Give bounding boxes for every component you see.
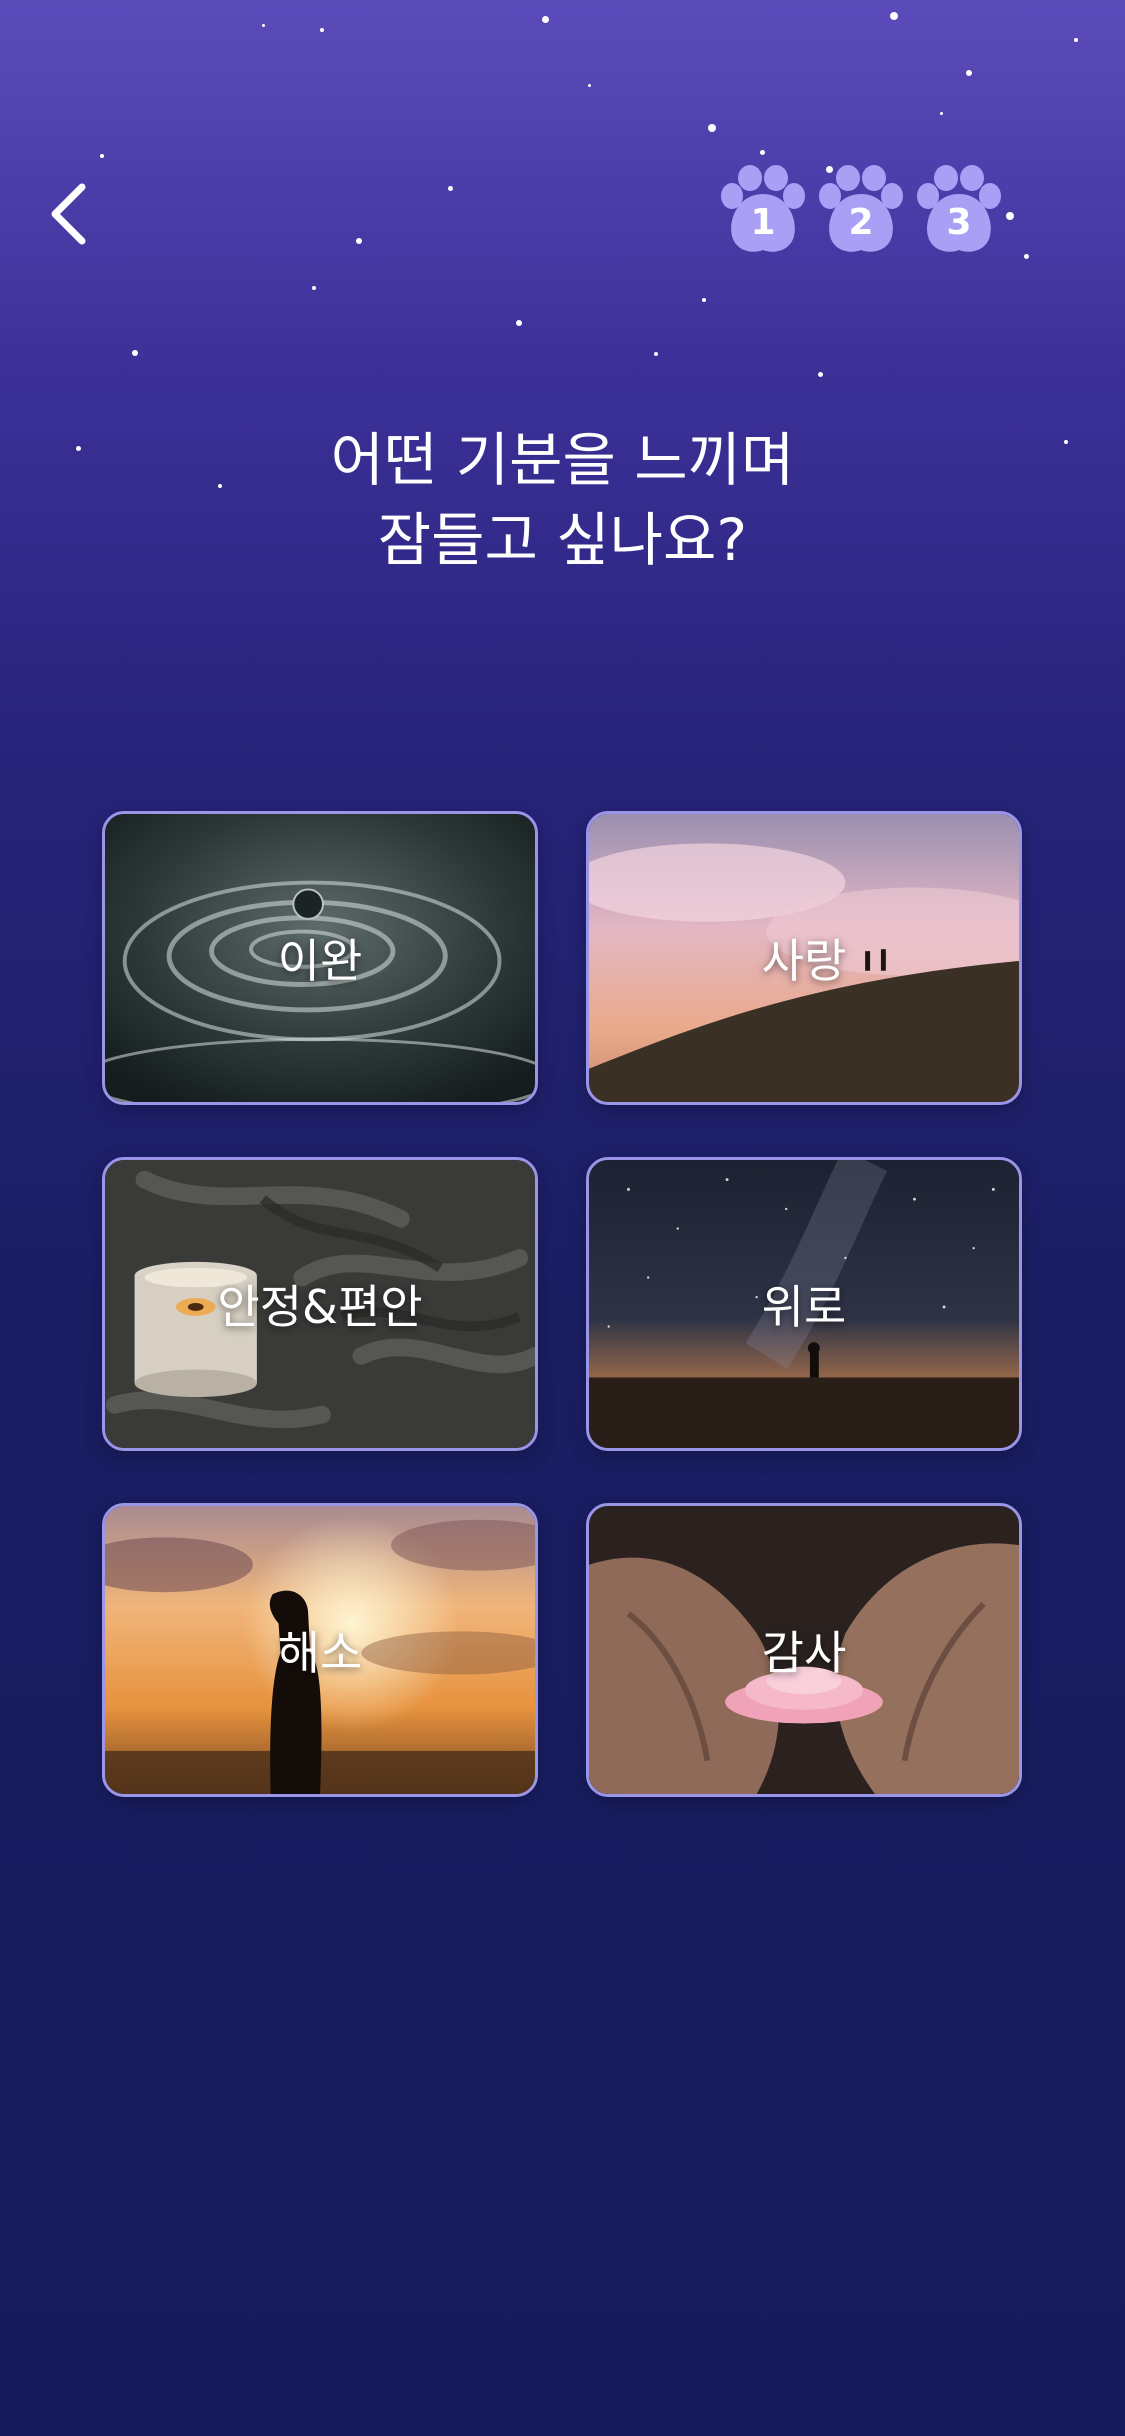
question-line-2: 잠들고 싶나요?: [377, 506, 748, 574]
mood-label: 이완: [277, 934, 363, 988]
mood-label: 해소: [277, 1626, 363, 1680]
chevron-left-icon: [46, 181, 90, 251]
mood-card-gratitude[interactable]: 감사: [586, 1503, 1022, 1797]
step-number: 1: [750, 202, 776, 243]
mood-label: 안정&편안: [217, 1280, 423, 1334]
step-number: 3: [946, 202, 972, 243]
step-2: 2: [816, 164, 906, 256]
step-progress: 1 2 3: [718, 164, 1008, 264]
back-button[interactable]: [36, 178, 100, 254]
mood-label: 감사: [761, 1626, 847, 1680]
mood-label: 사랑: [761, 934, 847, 988]
step-1: 1: [718, 164, 808, 256]
mood-label: 위로: [761, 1280, 847, 1334]
question-title: 어떤 기분을 느끼며 잠들고 싶나요?: [0, 420, 1125, 580]
step-number: 2: [848, 202, 874, 243]
mood-card-consolation[interactable]: 위로: [586, 1157, 1022, 1451]
mood-card-comfort[interactable]: 안정&편안: [102, 1157, 538, 1451]
mood-card-love[interactable]: 사랑: [586, 811, 1022, 1105]
step-3: 3: [914, 164, 1004, 256]
question-line-1: 어떤 기분을 느끼며: [330, 426, 795, 494]
mood-card-relax[interactable]: 이완: [102, 811, 538, 1105]
mood-card-release[interactable]: 해소: [102, 1503, 538, 1797]
